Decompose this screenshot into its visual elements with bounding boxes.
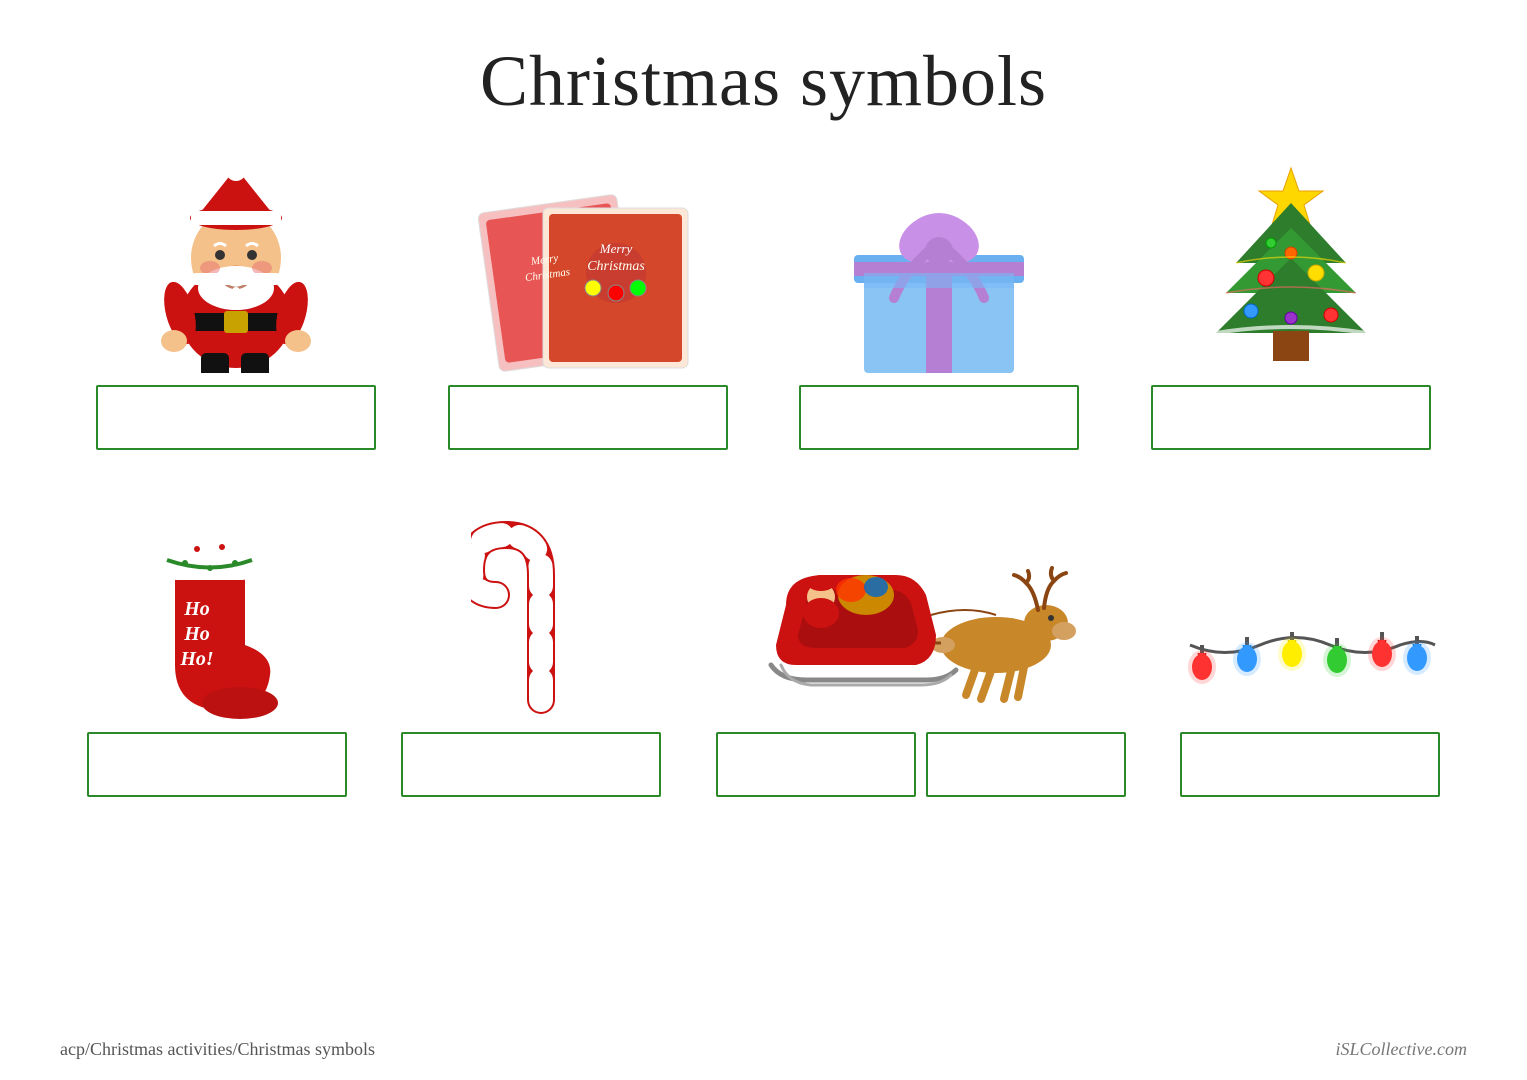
item-cards: Merry Christmas Merry Christmas — [438, 153, 738, 450]
item-sleigh — [716, 500, 1126, 797]
sleigh-label-box[interactable] — [716, 732, 916, 797]
candy-label-box[interactable] — [401, 732, 661, 797]
svg-text:Ho!: Ho! — [179, 648, 213, 670]
footer-left: acp/Christmas activities/Christmas symbo… — [60, 1039, 375, 1060]
svg-text:Ho: Ho — [183, 623, 210, 645]
item-gift — [789, 153, 1089, 450]
page-title: Christmas symbols — [60, 40, 1467, 123]
tree-image — [1151, 153, 1431, 373]
tree-label-box[interactable] — [1151, 385, 1431, 450]
item-lights — [1180, 500, 1440, 797]
reindeer-label-box[interactable] — [926, 732, 1126, 797]
item-santa — [86, 153, 386, 450]
cards-image: Merry Christmas Merry Christmas — [448, 153, 728, 373]
svg-text:Ho: Ho — [183, 598, 210, 620]
footer-right: iSLCollective.com — [1336, 1039, 1467, 1060]
page: Christmas symbols — [0, 0, 1527, 1080]
gift-label-box[interactable] — [799, 385, 1079, 450]
item-candy-cane — [401, 500, 661, 797]
santa-label-box[interactable] — [96, 385, 376, 450]
stocking-label-box[interactable] — [87, 732, 347, 797]
footer: acp/Christmas activities/Christmas symbo… — [60, 1039, 1467, 1060]
row-2: Ho Ho Ho! — [60, 500, 1467, 797]
lights-image — [1180, 500, 1440, 720]
gift-image — [799, 153, 1079, 373]
sleigh-reindeer-labels — [716, 732, 1126, 797]
item-tree — [1141, 153, 1441, 450]
cards-label-box[interactable] — [448, 385, 728, 450]
lights-label-box[interactable] — [1180, 732, 1440, 797]
santa-image — [96, 153, 376, 373]
stocking-image: Ho Ho Ho! — [125, 500, 310, 720]
item-stocking: Ho Ho Ho! — [87, 500, 347, 797]
svg-text:Merry: Merry — [598, 241, 632, 256]
sleigh-image — [766, 500, 1076, 720]
svg-text:Christmas: Christmas — [587, 259, 645, 274]
row-1: Merry Christmas Merry Christmas — [60, 153, 1467, 450]
candy-image — [471, 500, 591, 720]
